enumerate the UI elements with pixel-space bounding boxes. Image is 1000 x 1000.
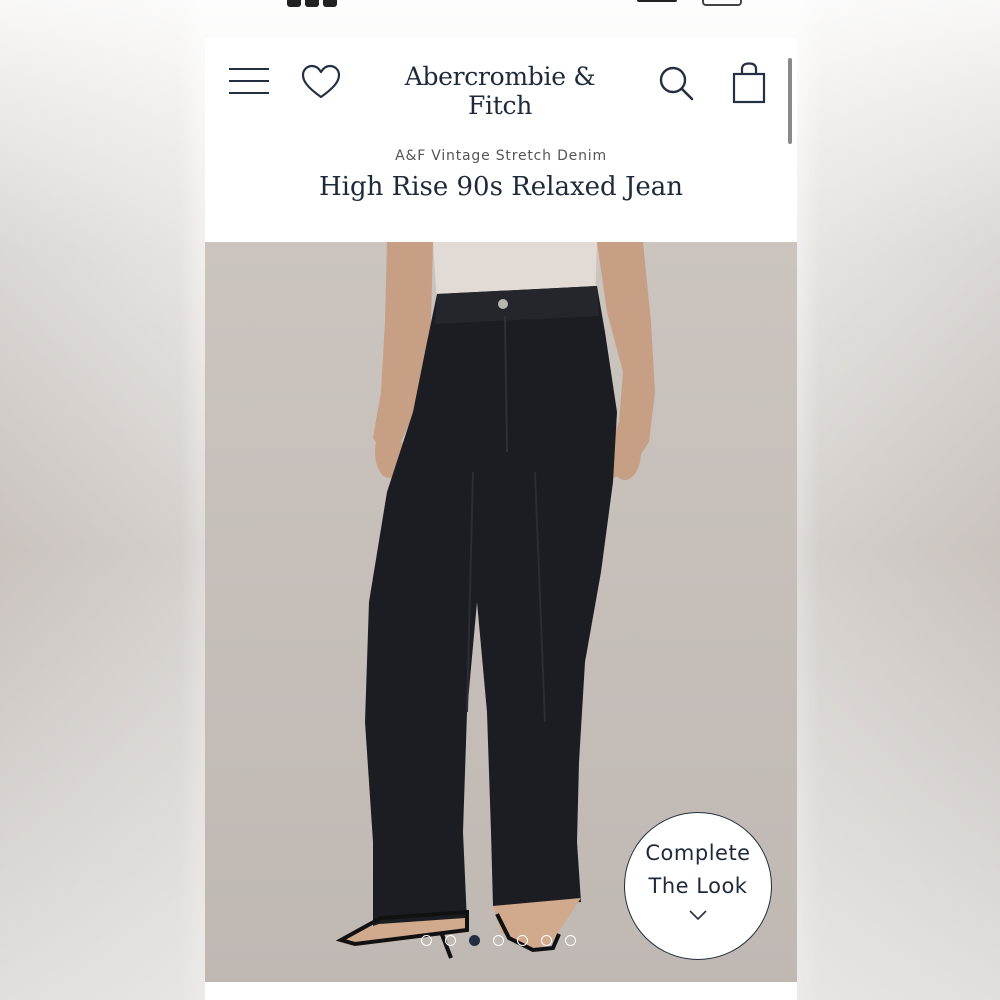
complete-the-look-button[interactable]: Complete The Look (624, 812, 772, 960)
product-image-gallery[interactable]: Complete The Look (205, 242, 797, 982)
app-screen: Abercrombie & Fitch A&F Vintage Stretch … (205, 38, 797, 1000)
top-navigation: Abercrombie & Fitch (205, 38, 797, 144)
gallery-dot[interactable] (541, 935, 552, 946)
collection-label: A&F Vintage Stretch Denim (395, 148, 607, 164)
gallery-dot[interactable] (421, 935, 432, 946)
product-title: High Rise 90s Relaxed Jean (318, 172, 683, 202)
complete-look-line2: The Look (648, 874, 748, 898)
heart-icon[interactable] (301, 64, 341, 100)
brand-logo[interactable]: Abercrombie & Fitch (370, 62, 630, 120)
battery-icon (702, 0, 742, 6)
signal-icon (637, 0, 677, 2)
gallery-dot[interactable] (517, 935, 528, 946)
product-title-block: A&F Vintage Stretch Denim High Rise 90s … (205, 138, 797, 240)
gallery-dot[interactable] (565, 935, 576, 946)
clock-partial (287, 0, 347, 7)
search-icon[interactable] (657, 64, 695, 102)
shopping-bag-icon[interactable] (731, 62, 767, 104)
menu-icon[interactable] (229, 68, 269, 96)
scrollbar[interactable] (788, 58, 792, 144)
chevron-down-icon (689, 910, 707, 921)
status-bar (205, 0, 797, 38)
gallery-dot-active[interactable] (469, 935, 480, 946)
complete-look-line1: Complete (645, 841, 751, 865)
bottom-edge (205, 982, 797, 1000)
gallery-pagination (421, 935, 581, 951)
gallery-dot[interactable] (493, 935, 504, 946)
gallery-dot[interactable] (445, 935, 456, 946)
